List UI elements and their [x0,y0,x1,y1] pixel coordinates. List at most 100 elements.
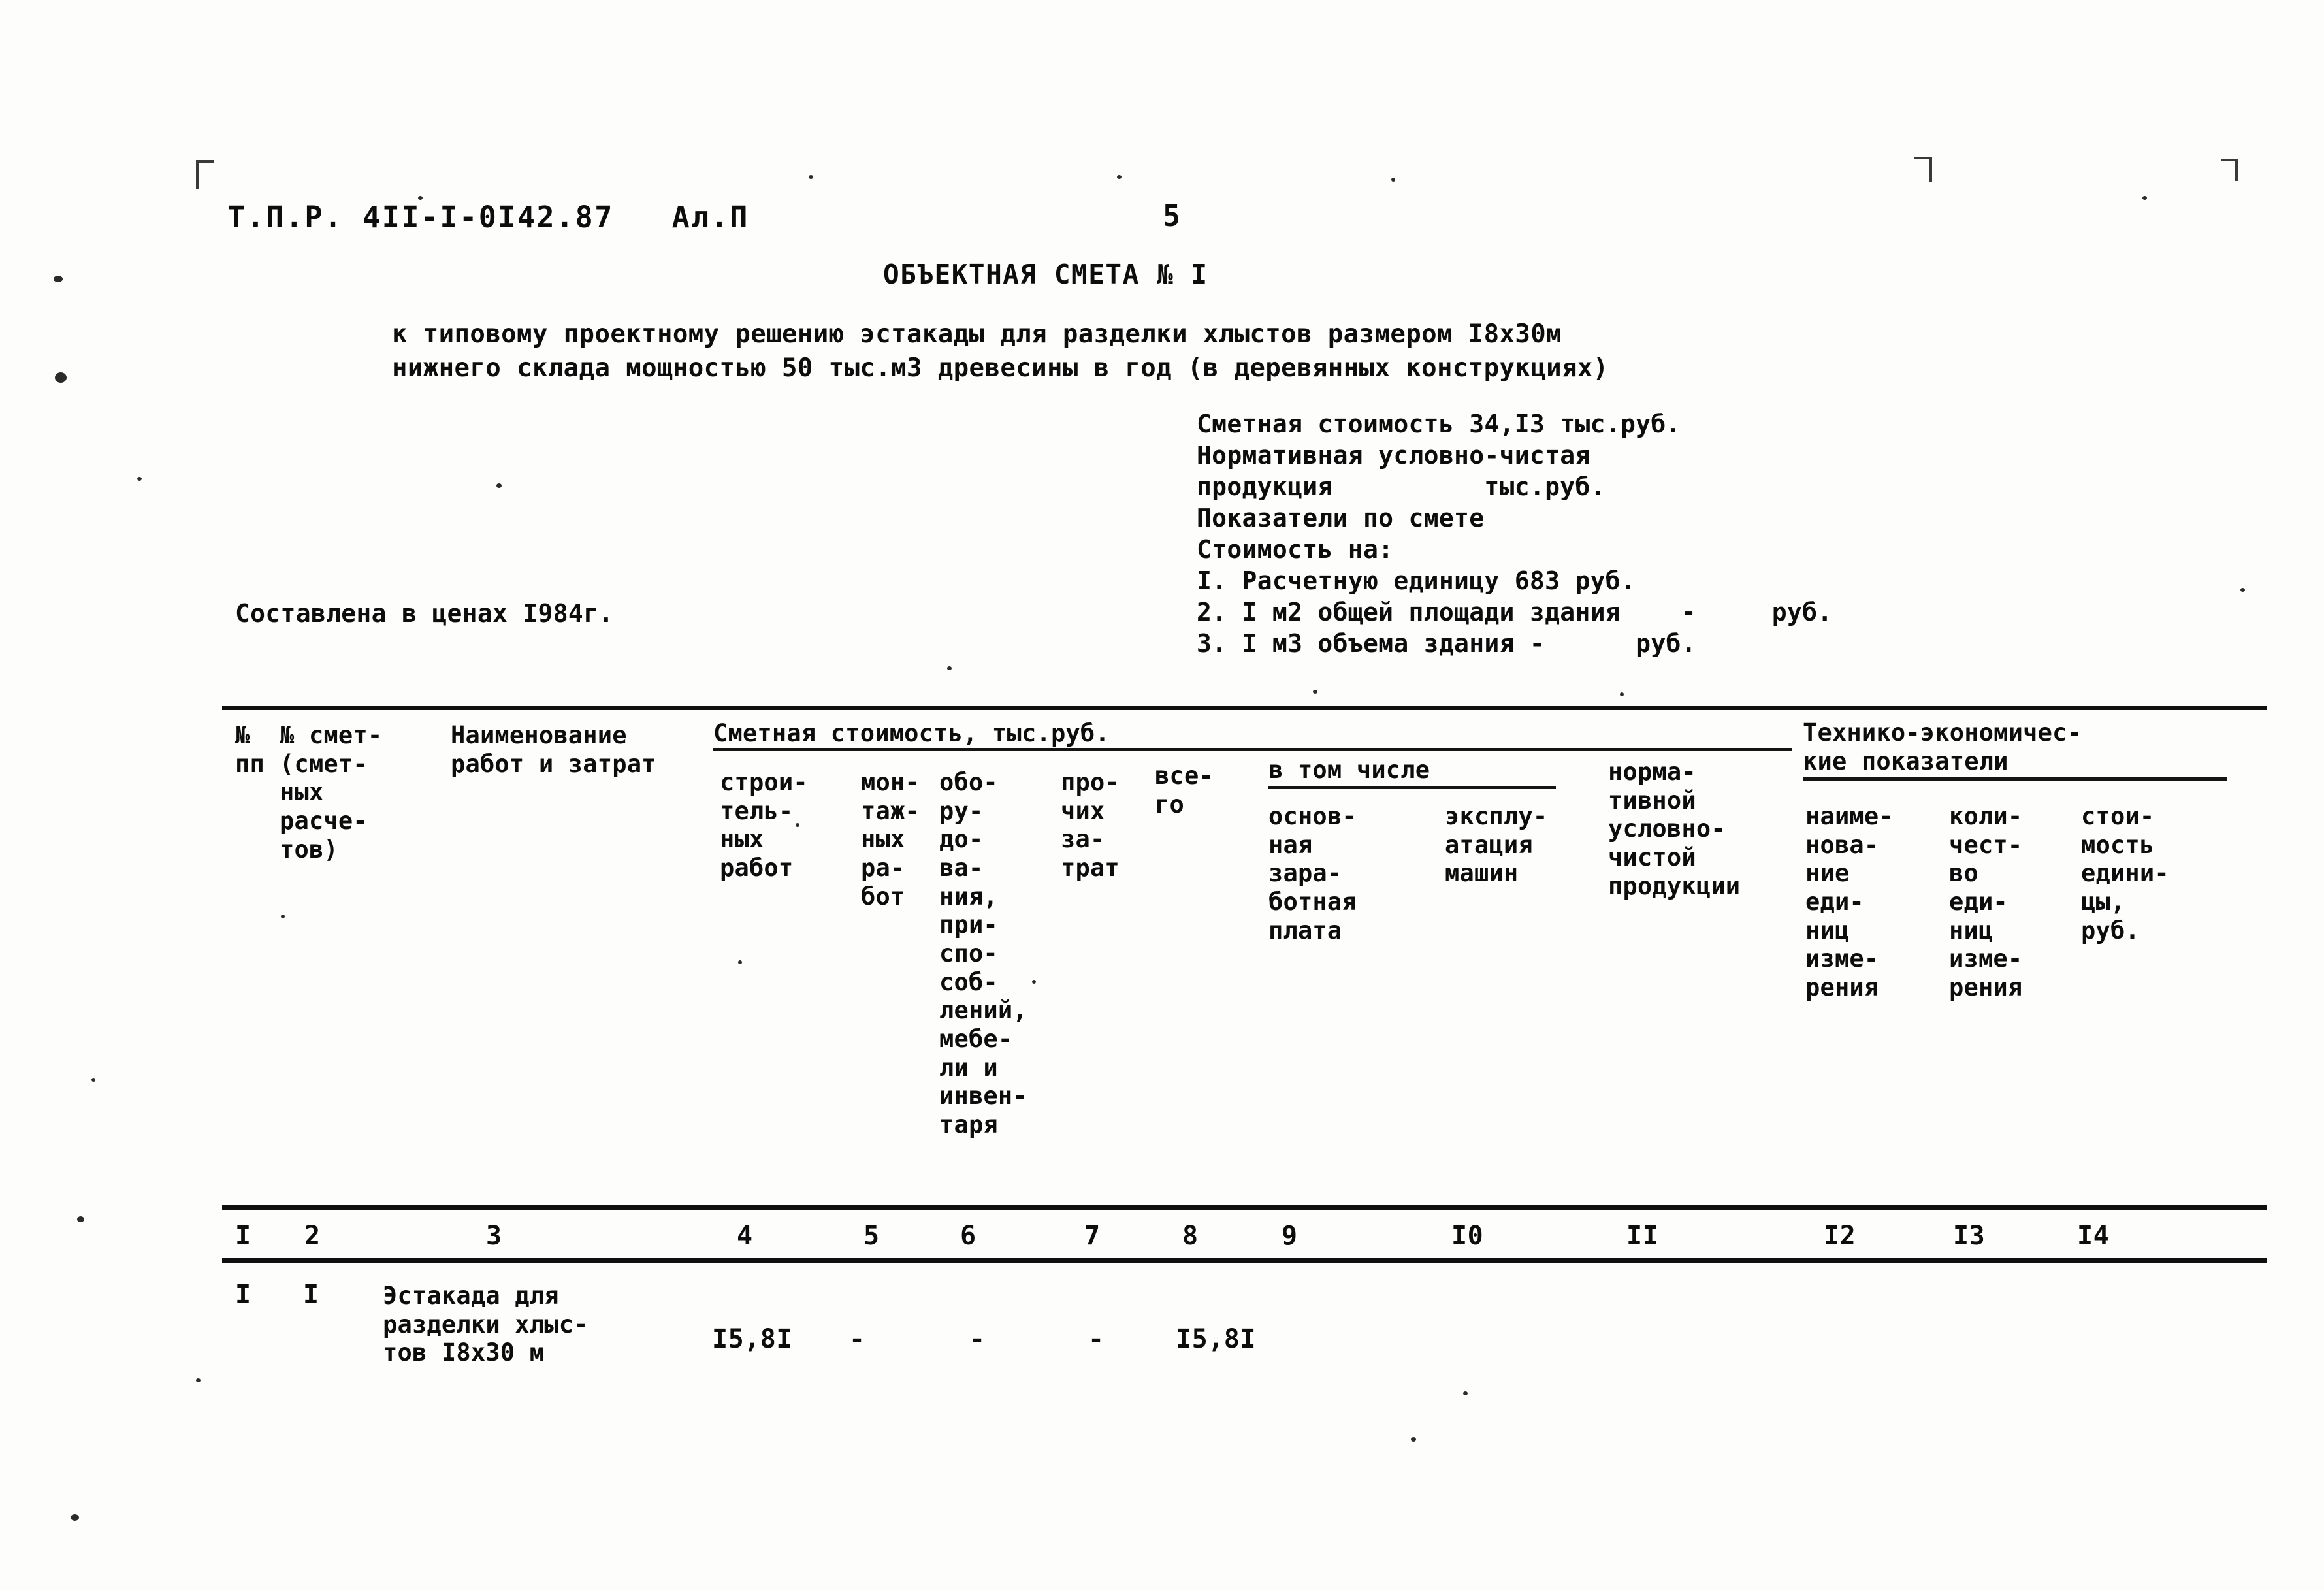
col-header-13-line-1: коли- [1949,802,2023,830]
col-header-12-line-3: ние [1805,859,1850,888]
scan-speckle [1391,178,1395,182]
col-header-5-montazhnyh-rabot: мон-таж-ных ра-бот [861,768,920,911]
col-header-14-line-4: цы, [2081,887,2125,916]
col-header-6-line-13: таря [939,1110,998,1139]
scan-speckle [1620,692,1624,696]
col-header-4-stroitelnyh-rabot: строи-тель-ных работ [720,768,808,883]
col-number-12: I2 [1824,1221,1856,1251]
col-header-8-vsego: все-го [1155,762,1214,819]
page-subtitle-line2: нижнего склада мощностью 50 тыс.м3 древе… [392,353,1609,383]
col-header-9-line-2: ная [1268,830,1313,859]
col-header-6-line-12: инвен- [939,1082,1027,1111]
col-header-4-line-2: тель- [720,796,794,825]
col-number-4: 4 [737,1221,753,1251]
col-header-12-naimenovanie-edinic-izmereniya: наиме-нова-ние еди-ниц изме-рения [1805,802,1894,1002]
col-header-3-line-1: Наименование [451,721,627,749]
col-header-11-line-1: норма- [1608,758,1696,786]
scan-speckle [1117,175,1122,179]
col-header-14-line-3: едини- [2081,859,2169,888]
col-header-1-line-2: пп [235,749,265,778]
col-header-13-line-3: во [1949,859,1978,888]
scan-corner-mark-right [1914,157,1932,182]
col-header-14-line-1: стои- [2081,802,2155,830]
col-number-6: 6 [960,1221,976,1251]
scan-speckle [947,666,952,670]
col-header-12-line-1: наиме- [1805,802,1894,830]
group-header-v-tom-chisle-underline [1268,786,1556,789]
row-1-cell-no-smet: I [303,1280,319,1310]
col-header-13-line-5: ниц [1949,916,1993,945]
col-header-6-line-4: ва- [939,853,984,882]
scan-speckle [2142,196,2147,200]
col-number-14: I4 [2077,1221,2110,1251]
scan-speckle [54,276,63,282]
col-header-12-line-7: рения [1805,973,1879,1001]
col-number-2: 2 [304,1221,321,1251]
group-header-smetnaya-stoimost-underline [713,748,1792,751]
page-title: ОБЪЕКТНАЯ СМЕТА № I [883,259,1208,290]
page-number: 5 [1163,199,1182,233]
summary-cost-item-3: 3. I м3 объема здания - руб. [1197,629,1696,658]
scan-speckle [496,483,502,488]
col-header-7-prochih-zatrat: про-чих за-трат [1061,768,1120,883]
col-header-2-line-3: ных [280,778,324,807]
row-1-cell-no-pp: I [235,1280,251,1310]
row-1-cell-oborudovanie: - [969,1324,986,1354]
summary-cost-item-2: 2. I м2 общей площади здания - руб. [1197,598,1833,626]
col-header-9-line-5: плата [1268,916,1342,945]
col-header-11-line-2: тивной [1608,786,1696,815]
col-header-6-oborudovaniya: обо-ру-до-ва-ния, при-спо-соб-лений, мебе-… [939,768,1027,1139]
scan-speckle [137,477,142,481]
col-number-11: II [1626,1221,1659,1251]
col-header-7-line-1: про- [1061,768,1120,796]
col-header-9-line-4: ботная [1268,887,1357,916]
col-number-1: I [235,1221,251,1251]
scan-speckle [1463,1391,1468,1395]
col-header-10-line-1: эксплу- [1445,802,1548,830]
col-header-6-line-1: обо- [939,768,998,796]
row-1-cell-prochie-zatraty: - [1088,1324,1105,1354]
col-header-1-no-pp: № пп [235,721,265,778]
summary-cost-for-label: Стоимость на: [1197,535,1394,564]
col-number-7: 7 [1084,1221,1101,1251]
col-header-8-line-2: го [1155,790,1184,819]
col-header-4-line-1: строи- [720,768,808,796]
row-1-naimenovanie-line-1: Эстакада для [383,1282,559,1310]
scan-speckle [1313,690,1317,694]
col-header-10-line-3: машин [1445,859,1519,888]
col-header-2-line-2: (смет- [280,749,368,778]
col-number-13: I3 [1953,1221,1986,1251]
summary-estimate-cost: Сметная стоимость 34,I3 тыс.руб. [1197,410,1681,438]
row-1-naimenovanie-line-2: разделки хлыс- [383,1310,589,1339]
row-1-cell-vsego: I5,8I [1176,1324,1256,1354]
col-header-6-line-7: спо- [939,939,998,967]
scan-speckle [738,960,742,964]
row-1-cell-naimenovanie: Эстакада для разделки хлыс-тов I8х30 м [383,1282,589,1367]
col-header-13-line-7: рения [1949,973,2023,1001]
col-header-2-line-4: расче- [280,806,368,835]
scan-speckle [91,1078,95,1082]
col-number-10: I0 [1451,1221,1484,1251]
summary-indicators-heading: Показатели по смете [1197,504,1485,532]
col-header-6-line-2: ру- [939,796,984,825]
table-numbers-bottom-rule [222,1258,2267,1263]
scan-speckle [77,1216,84,1222]
col-header-6-line-10: мебе- [939,1024,1013,1053]
col-header-6-line-11: ли и [939,1053,998,1082]
col-header-6-line-3: до- [939,825,984,854]
scan-speckle [809,175,813,179]
scan-speckle [281,915,285,918]
col-header-6-line-6: при- [939,911,998,939]
scan-speckle [196,1378,201,1382]
col-header-12-line-6: изме- [1805,945,1879,973]
col-header-5-line-3: ных [861,825,905,854]
group-header-v-tom-chisle: в том числе [1268,756,1430,784]
scan-speckle [2240,588,2245,592]
row-1-naimenovanie-line-3: тов I8х30 м [383,1339,545,1367]
row-1-cell-montazhnyh: - [849,1324,865,1354]
group-header-tech-econ-line-1: Технико-экономичес- [1803,719,2082,747]
col-header-2-line-5: тов) [280,835,338,864]
col-header-1-line-1: № [235,721,250,749]
col-header-9-line-1: основ- [1268,802,1357,830]
col-header-5-line-2: таж- [861,796,920,825]
